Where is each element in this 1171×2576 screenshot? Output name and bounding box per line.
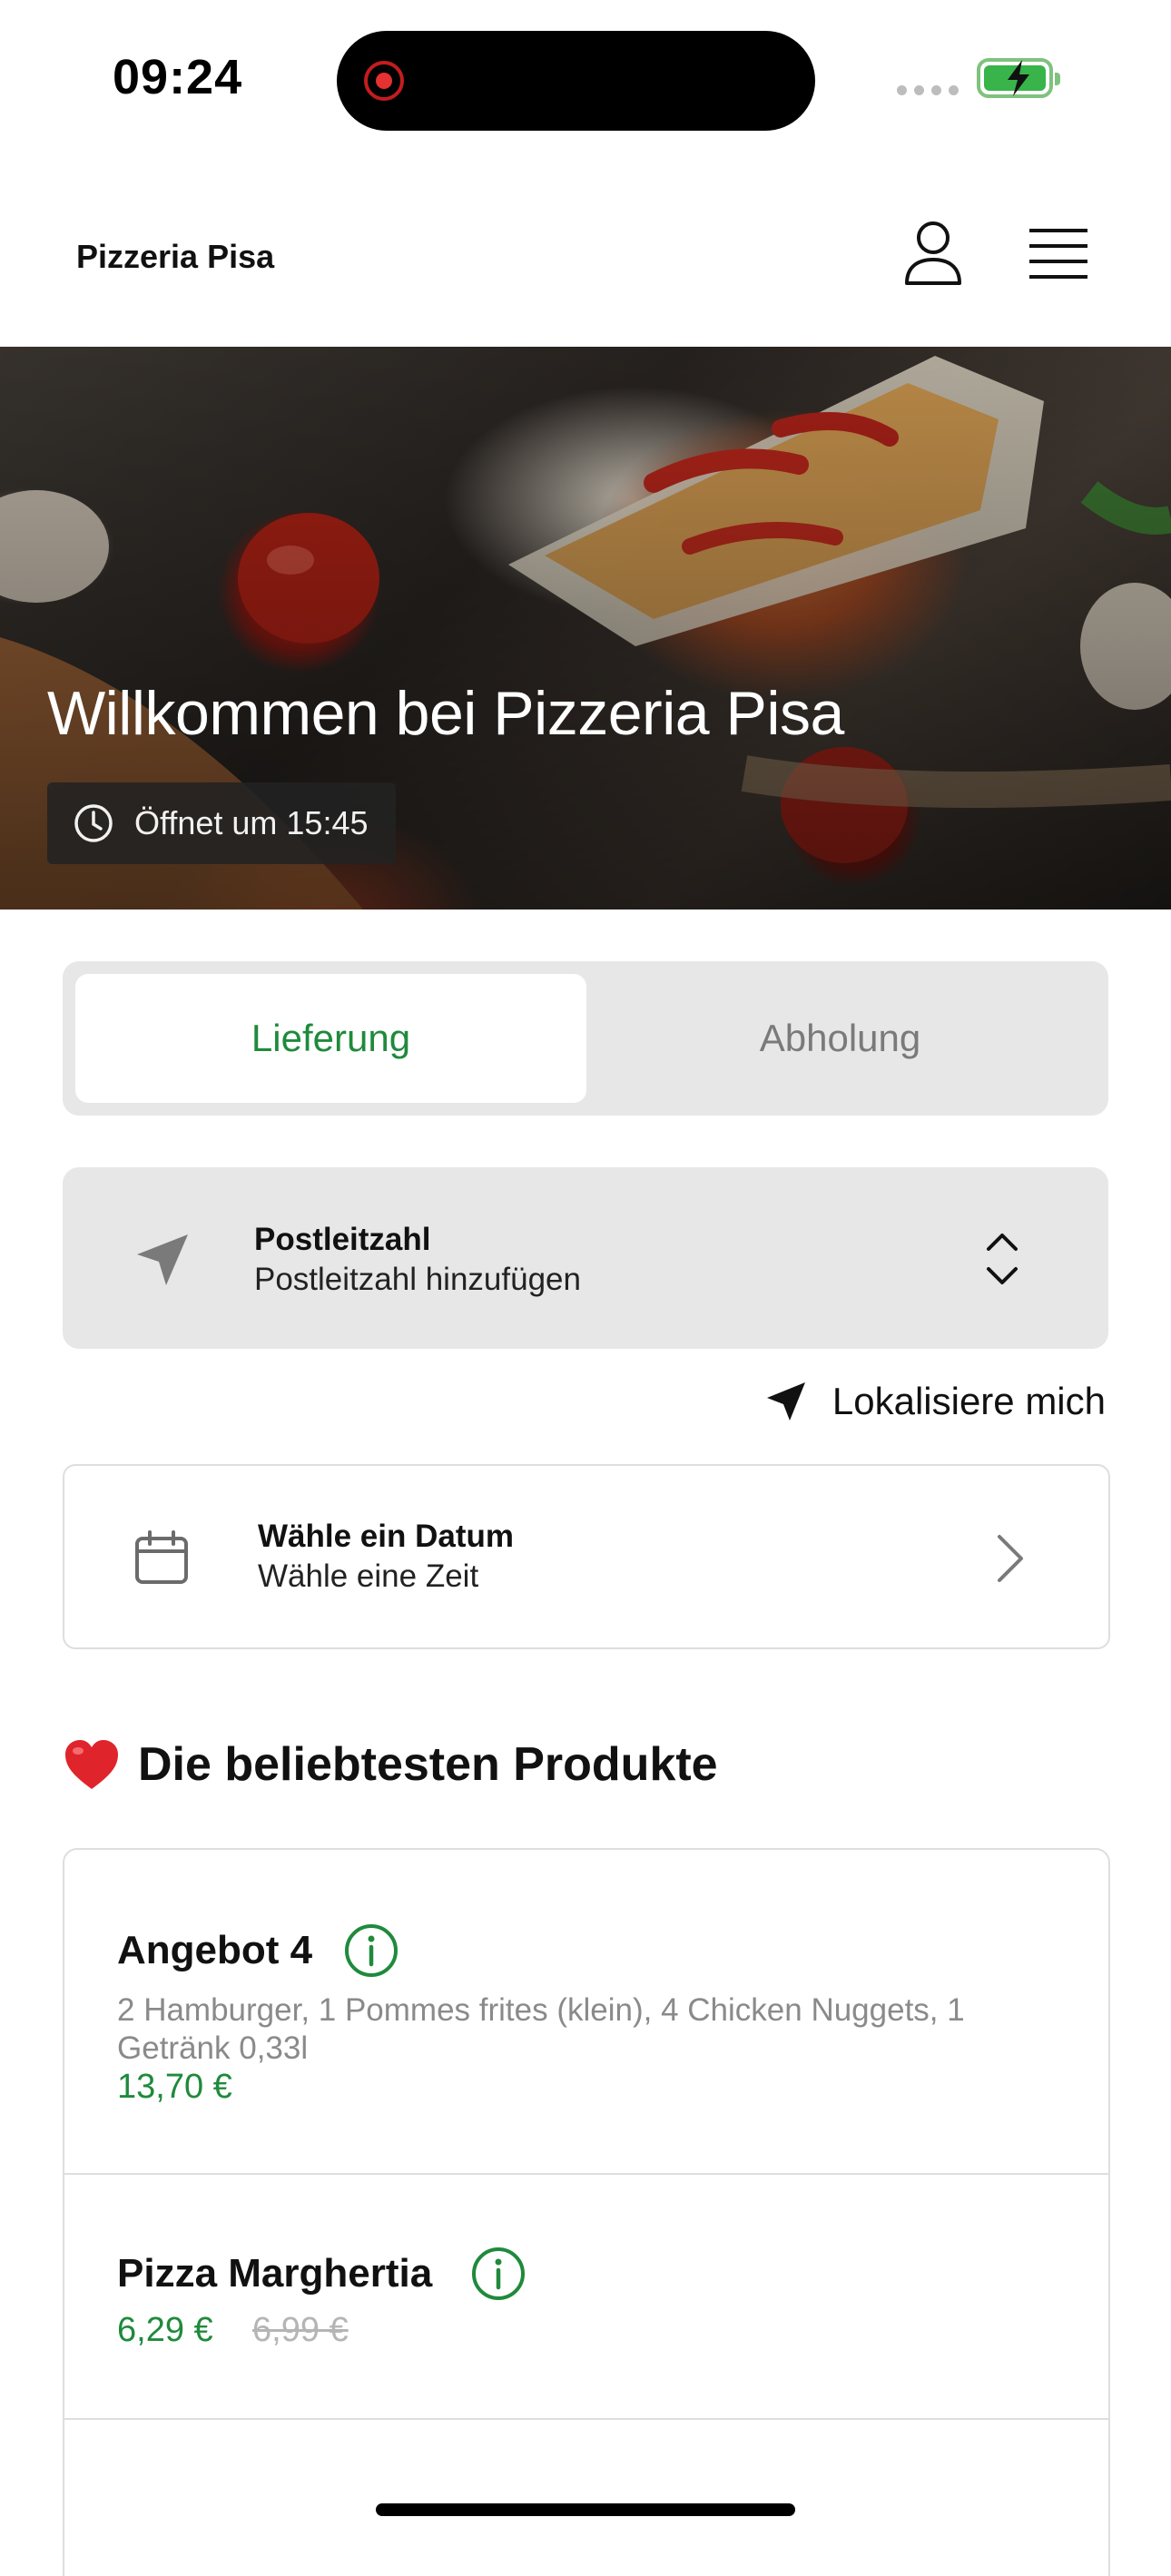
chevron-up-down-icon [987,1234,1018,1284]
battery-charging-icon [977,58,1060,98]
clock-icon [74,804,113,842]
status-time: 09:24 [113,50,243,104]
product-name: Angebot 4 [117,1928,313,1972]
heart-icon [65,1740,118,1789]
product-card[interactable]: Angebot 4 2 Hamburger, 1 Pommes frites (… [64,1850,1108,2175]
opening-hours-badge: Öffnet um 15:45 [47,782,396,864]
product-card[interactable]: Pizza Marghertia 6,29 € 6,99 € [64,2175,1108,2420]
cellular-signal-icon [897,85,959,95]
brand-name[interactable]: Pizzeria Pisa [76,238,274,276]
hamburger-menu-icon[interactable] [1029,229,1087,280]
product-description: 2 Hamburger, 1 Pommes frites (klein), 4 … [117,1992,965,2066]
time-subtitle: Wähle eine Zeit [258,1558,479,1594]
calendar-icon [135,1530,188,1584]
product-old-price: 6,99 € [252,2311,349,2349]
user-icon[interactable] [903,220,963,287]
app-header: Pizzeria Pisa [0,163,1171,347]
status-bar: 09:24 [0,0,1171,163]
popular-products-title: Die beliebtesten Produkte [138,1738,718,1791]
popular-products-header: Die beliebtesten Produkte [64,1737,718,1792]
locate-me-label: Lokalisiere mich [832,1380,1106,1422]
date-time-selector[interactable]: Wähle ein Datum Wähle eine Zeit [63,1464,1110,1649]
info-icon[interactable] [470,2246,526,2302]
tab-pickup[interactable]: Abholung [585,974,1096,1103]
chevron-right-icon [998,1535,1023,1582]
recording-indicator-icon [364,61,404,101]
postcode-selector[interactable]: Postleitzahl Postleitzahl hinzufügen [63,1167,1108,1349]
product-list: Angebot 4 2 Hamburger, 1 Pommes frites (… [63,1848,1110,2576]
locate-me-button[interactable]: Lokalisiere mich [765,1380,1106,1423]
opening-hours-text: Öffnet um 15:45 [134,804,369,841]
product-name: Pizza Marghertia [117,2251,433,2296]
hero-title: Willkommen bei Pizzeria Pisa [47,679,844,748]
info-icon[interactable] [343,1922,399,1979]
order-mode-toggle: Lieferung Abholung [63,961,1108,1116]
tab-delivery[interactable]: Lieferung [75,974,586,1103]
date-title: Wähle ein Datum [258,1519,514,1554]
postcode-placeholder: Postleitzahl hinzufügen [254,1262,581,1297]
product-price: 6,29 € [117,2311,213,2349]
home-indicator[interactable] [376,2503,795,2516]
product-price: 13,70 € [117,2068,232,2106]
hero-banner: Willkommen bei Pizzeria Pisa Öffnet um 1… [0,347,1171,909]
location-arrow-icon [137,1234,188,1285]
navigation-arrow-icon [766,1382,805,1421]
postcode-label: Postleitzahl [254,1222,431,1257]
dynamic-island [337,31,815,131]
